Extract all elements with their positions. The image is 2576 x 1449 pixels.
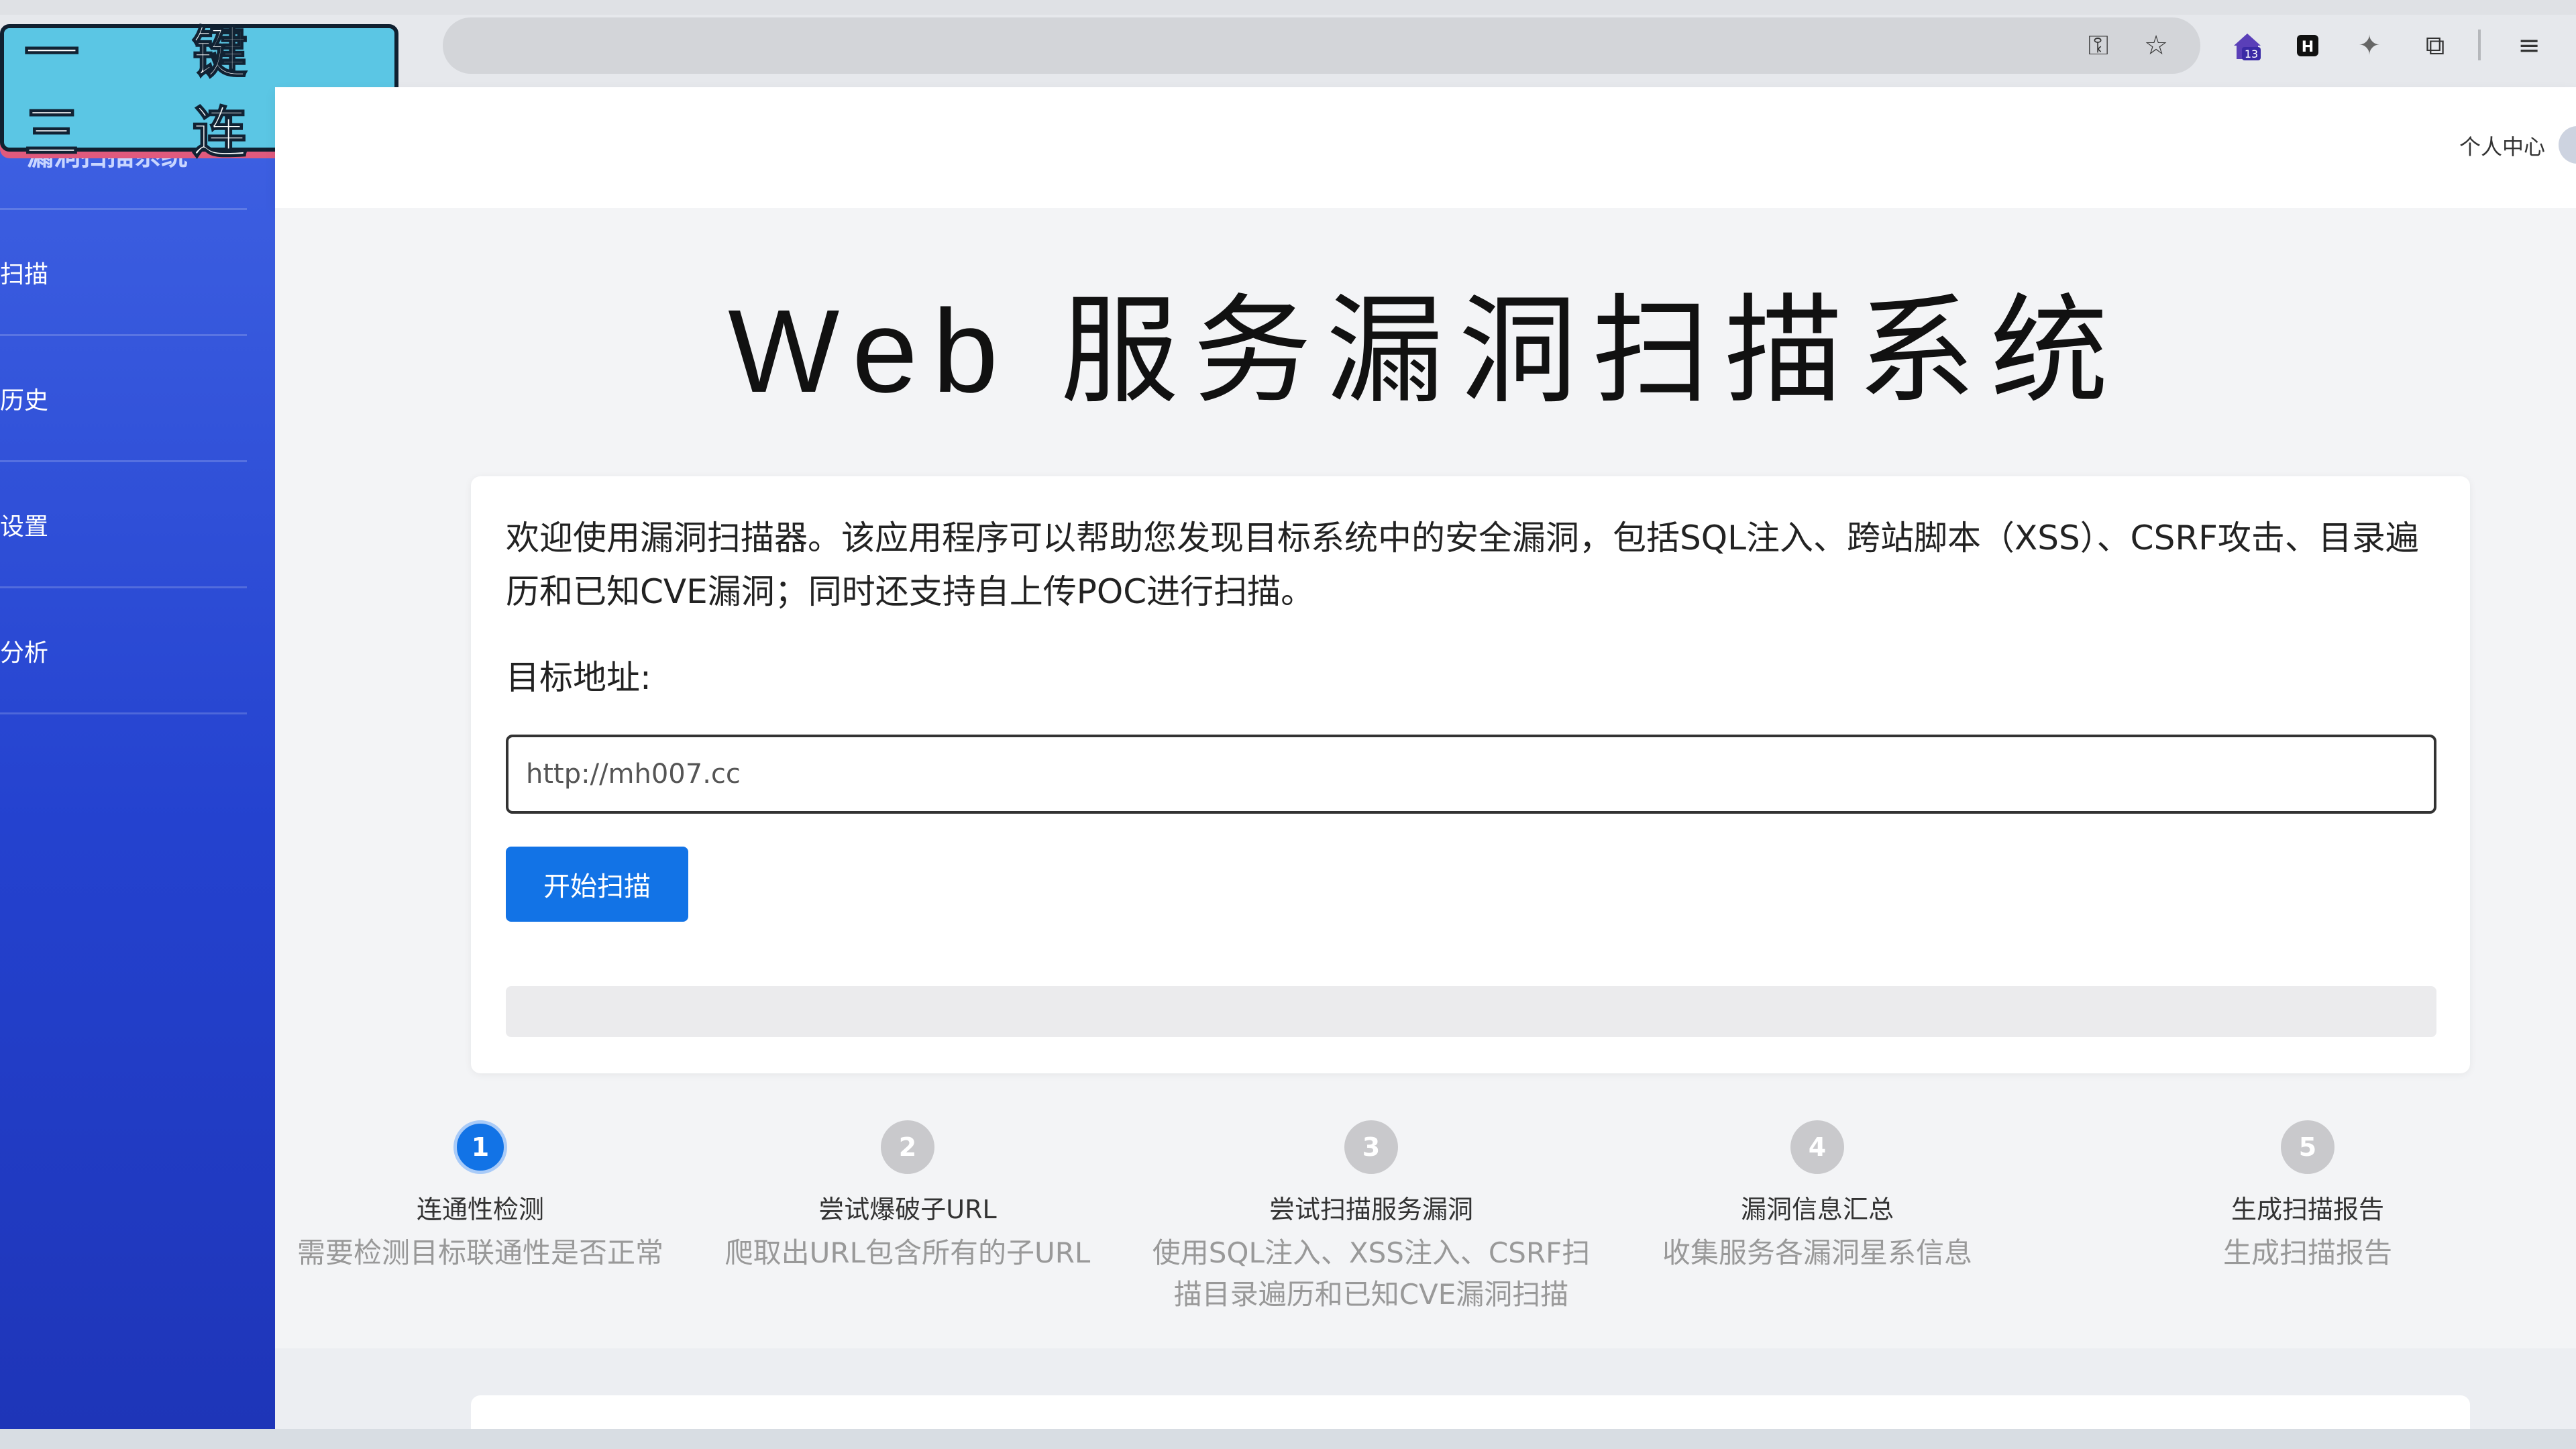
- extension-badge-icon[interactable]: 13: [2229, 27, 2266, 64]
- step-number: 1: [453, 1120, 507, 1174]
- start-scan-button[interactable]: 开始扫描: [506, 847, 688, 922]
- avatar[interactable]: [2559, 126, 2576, 164]
- step-title: 漏洞信息汇总: [1740, 1195, 1894, 1224]
- target-label: 目标地址:: [506, 658, 651, 697]
- step-description: 爬取出URL包含所有的子URL: [724, 1236, 1091, 1269]
- step-summary: 4 漏洞信息汇总 收集服务各漏洞星系信息: [1589, 1120, 2045, 1274]
- sidebar-item-label: 设置: [0, 513, 49, 541]
- step-description: 使用SQL注入、XSS注入、CSRF扫描目录遍历和已知CVE漏洞扫描: [1152, 1236, 1591, 1311]
- taskbar: [0, 1429, 2576, 1449]
- target-url-input[interactable]: http://mh007.cc: [506, 735, 2436, 814]
- scan-progress-bar: [506, 986, 2436, 1037]
- step-connectivity: 1 连通性检测 需要检测目标联通性是否正常: [252, 1120, 708, 1274]
- step-title: 尝试扫描服务漏洞: [1269, 1195, 1473, 1224]
- toolbar-divider: [2478, 30, 2481, 60]
- step-report: 5 生成扫描报告 生成扫描报告: [2100, 1120, 2516, 1274]
- extension-icon[interactable]: H: [2289, 27, 2326, 64]
- sidebar-item-analysis[interactable]: 分析: [0, 588, 247, 714]
- app-header: 个人中心: [275, 87, 2576, 208]
- sidebar-item-label: 历史: [0, 386, 49, 415]
- page-title: Web 服务漏洞扫描系统: [728, 286, 2123, 417]
- step-title: 连通性检测: [416, 1195, 544, 1224]
- reading-list-icon[interactable]: ≡: [2510, 27, 2548, 64]
- sidebar-item-scan[interactable]: 扫描: [0, 210, 247, 336]
- step-description: 生成扫描报告: [2222, 1236, 2392, 1269]
- main-content: Web 服务漏洞扫描系统 欢迎使用漏洞扫描器。该应用程序可以帮助您发现目标系统中…: [275, 208, 2576, 1449]
- step-brute-urls: 2 尝试爆破子URL 爬取出URL包含所有的子URL: [680, 1120, 1136, 1274]
- sidebar-item-label: 扫描: [0, 260, 49, 288]
- step-number: 4: [1790, 1120, 1844, 1174]
- svg-text:H: H: [2302, 39, 2314, 56]
- key-icon[interactable]: ⚿: [2080, 27, 2117, 64]
- scan-steps: 1 连通性检测 需要检测目标联通性是否正常 2 尝试爆破子URL 爬取出URL包…: [275, 1120, 2576, 1348]
- step-description: 需要检测目标联通性是否正常: [297, 1236, 663, 1269]
- extension-badge-count: 13: [2245, 48, 2258, 60]
- sidebar-item-settings[interactable]: 设置: [0, 462, 247, 588]
- sidebar-item-history[interactable]: 历史: [0, 336, 247, 462]
- sidebar: 漏洞扫描系统 扫描 历史 设置 分析: [0, 87, 275, 1429]
- step-number: 5: [2281, 1120, 2334, 1174]
- step-title: 尝试爆破子URL: [818, 1195, 997, 1224]
- puzzle-icon[interactable]: ✦: [2351, 27, 2388, 64]
- sidebar-item-label: 分析: [0, 639, 49, 667]
- scan-card: 欢迎使用漏洞扫描器。该应用程序可以帮助您发现目标系统中的安全漏洞，包括SQL注入…: [471, 476, 2470, 1073]
- intro-description: 欢迎使用漏洞扫描器。该应用程序可以帮助您发现目标系统中的安全漏洞，包括SQL注入…: [506, 519, 2419, 611]
- step-number: 3: [1344, 1120, 1398, 1174]
- step-title: 生成扫描报告: [2231, 1195, 2384, 1224]
- user-center-link[interactable]: 个人中心: [2459, 130, 2545, 161]
- extensions-icon[interactable]: ⧉: [2416, 27, 2454, 64]
- step-description: 收集服务各漏洞星系信息: [1662, 1236, 1972, 1269]
- step-number: 2: [881, 1120, 934, 1174]
- star-icon[interactable]: ☆: [2137, 27, 2175, 64]
- address-bar[interactable]: [443, 17, 2200, 74]
- step-vuln-scan: 3 尝试扫描服务漏洞 使用SQL注入、XSS注入、CSRF扫描目录遍历和已知CV…: [1143, 1120, 1599, 1316]
